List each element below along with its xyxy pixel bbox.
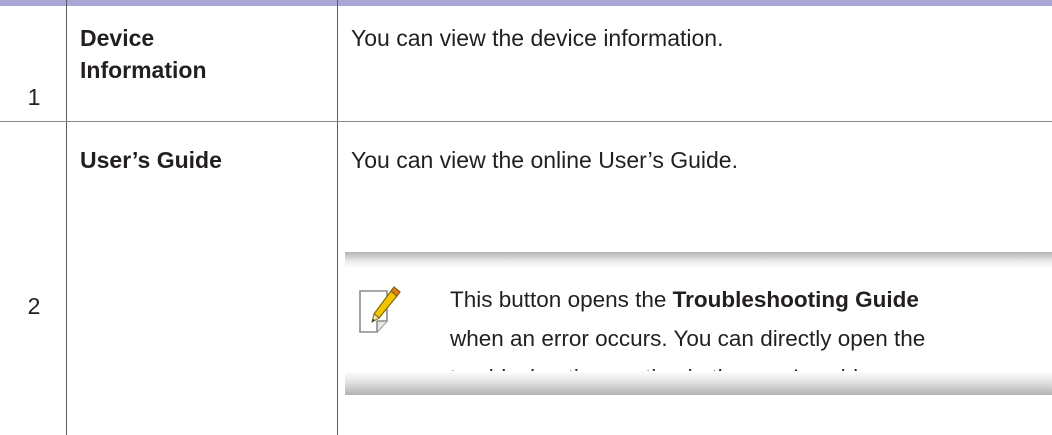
row-description: You can view the device information. [351, 25, 724, 51]
column-divider-1 [66, 0, 67, 435]
row-term-line: Information [80, 57, 207, 83]
troubleshooting-guide-emphasis: Troubleshooting Guide [672, 287, 919, 312]
note-line-1: This button opens the Troubleshooting Gu… [450, 280, 1050, 319]
row-term: Device Information [80, 22, 207, 86]
column-divider-2 [337, 0, 338, 435]
row-divider [0, 121, 1052, 122]
row-number: 2 [27, 293, 41, 319]
note-top-border [345, 252, 1052, 268]
row-number: 1 [27, 84, 41, 110]
note-pencil-icon [357, 285, 401, 335]
note-line-2: when an error occurs. You can directly o… [450, 326, 926, 351]
note-text-start: This button opens the [450, 287, 673, 312]
row-term-line: Device [80, 25, 155, 51]
row-description: You can view the online User’s Guide. [351, 147, 738, 173]
row-term: User’s Guide [80, 147, 222, 173]
table-header-bar [0, 0, 1052, 6]
note-box: This button opens the Troubleshooting Gu… [345, 252, 1052, 395]
note-bottom-border [345, 371, 1052, 395]
